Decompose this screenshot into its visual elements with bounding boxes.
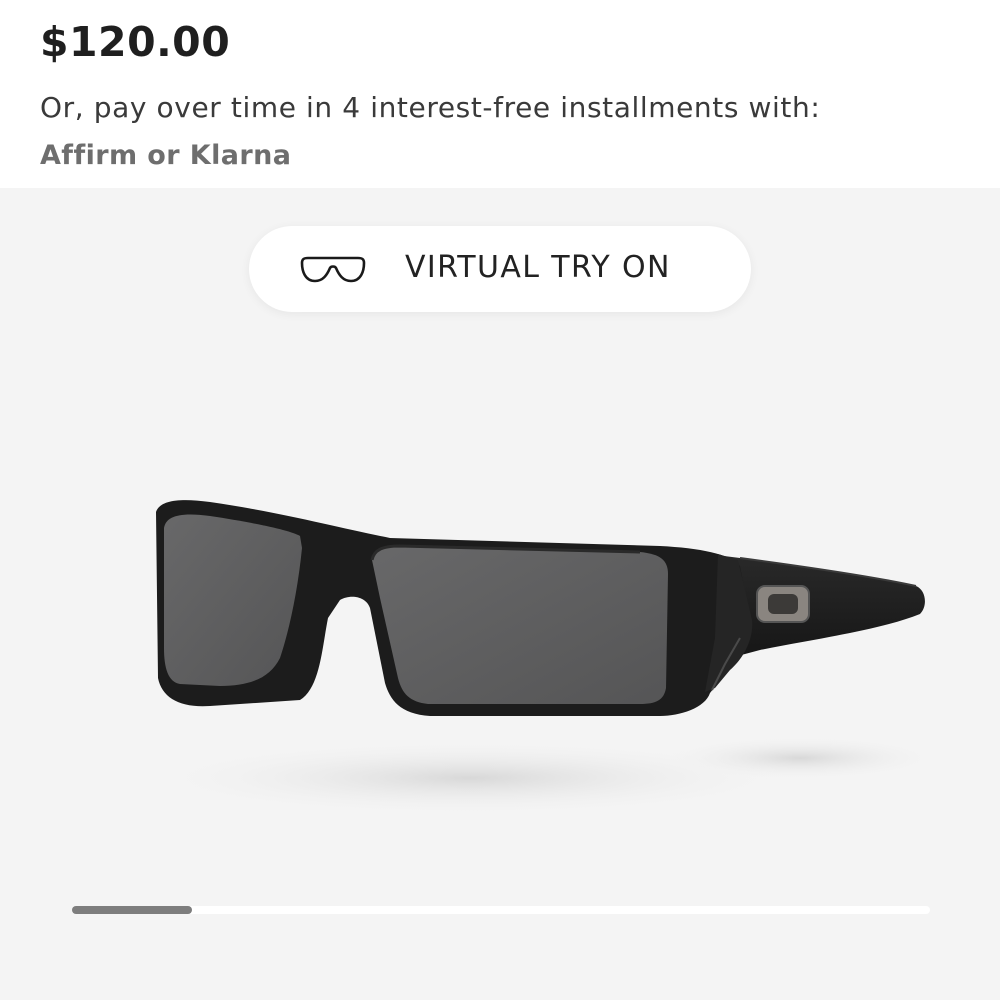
product-gallery[interactable]: VIRTUAL TRY ON (0, 188, 1000, 1000)
glasses-outline-icon (300, 256, 366, 283)
installments-text: Or, pay over time in 4 interest-free ins… (40, 91, 821, 124)
virtual-try-on-button[interactable]: VIRTUAL TRY ON (249, 226, 751, 312)
gallery-scrollbar-thumb[interactable] (72, 906, 192, 914)
gallery-scrollbar[interactable] (72, 906, 930, 914)
virtual-try-on-label: VIRTUAL TRY ON (405, 250, 671, 285)
sunglasses-product-image[interactable] (140, 488, 940, 818)
payment-providers[interactable]: Affirm or Klarna (40, 140, 291, 171)
price: $120.00 (40, 18, 231, 66)
